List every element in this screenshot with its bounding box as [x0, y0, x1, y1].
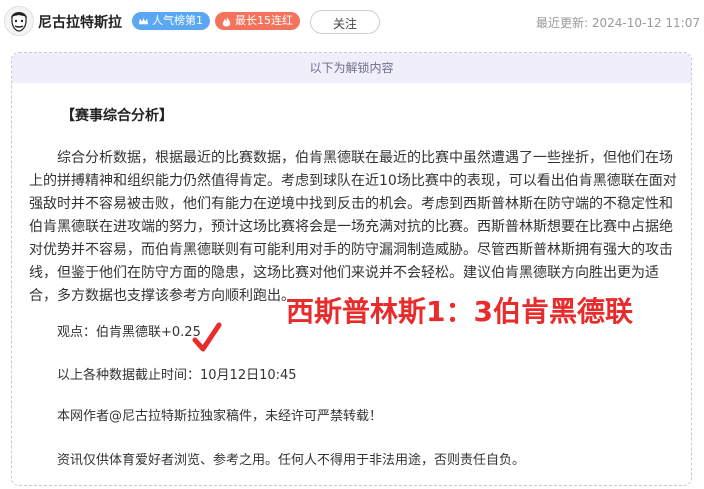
cutoff-time-line: 以上各种数据截止时间：10月12日10:45: [57, 368, 297, 383]
article-header: 尼古拉特斯拉 人气榜第1 最长15连红 关注 最近更新: 2024-10-12 …: [0, 0, 704, 44]
last-updated: 最近更新: 2024-10-12 11:07: [536, 14, 700, 31]
unlocked-content-panel: 以下为解锁内容 【赛事综合分析】 综合分析数据，根据最近的比赛数据，伯肯黑德联在…: [11, 52, 692, 486]
last-updated-time: 2024-10-12 11:07: [591, 16, 700, 30]
follow-button[interactable]: 关注: [310, 10, 380, 34]
streak-badge-label: 最长15连红: [235, 14, 293, 27]
checkmark-icon: [192, 322, 222, 352]
unlock-banner: 以下为解锁内容: [12, 53, 691, 83]
flame-icon: [222, 16, 231, 27]
opinion-line: 观点：伯肯黑德联+0.25: [57, 325, 201, 340]
crown-icon: [138, 17, 149, 24]
streak-badge: 最长15连红: [215, 12, 300, 30]
popularity-badge: 人气榜第1: [132, 12, 210, 30]
last-updated-label: 最近更新:: [535, 16, 589, 30]
author-name[interactable]: 尼古拉特斯拉: [38, 12, 122, 32]
copyright-notice: 本网作者@尼古拉特斯拉独家稿件，未经许可严禁转载！: [57, 409, 383, 424]
disclaimer-notice: 资讯仅供体育爱好者浏览、参考之用。任何人不得用于非法用途，否则责任自负。: [57, 453, 526, 468]
popularity-badge-label: 人气榜第1: [152, 14, 203, 27]
section-title: 【赛事综合分析】: [61, 108, 173, 124]
author-avatar[interactable]: [4, 6, 34, 36]
analysis-paragraph: 综合分析数据，根据最近的比赛数据，伯肯黑德联在最近的比赛中虽然遭遇了一些挫折，但…: [29, 150, 677, 304]
match-result-overlay: 西斯普林斯1：3伯肯黑德联: [286, 295, 633, 328]
